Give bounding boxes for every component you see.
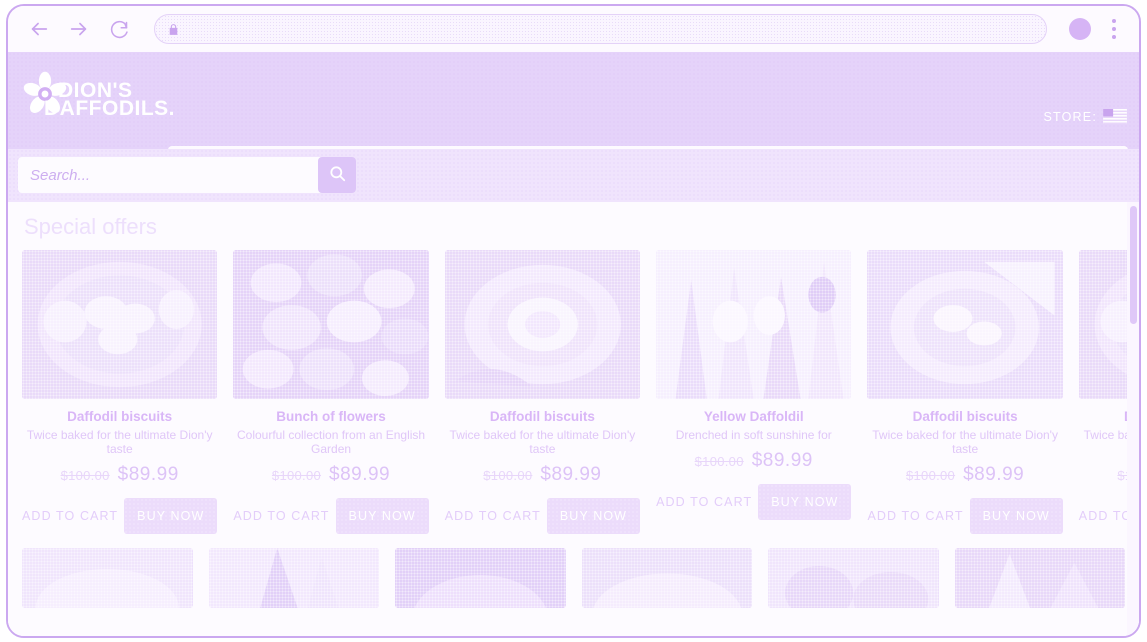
store-badge[interactable]: STORE: bbox=[1043, 109, 1127, 124]
buy-now-button[interactable]: BUY NOW bbox=[335, 498, 429, 535]
product-title: Daffodil biscuits bbox=[67, 409, 173, 424]
store-label: STORE: bbox=[1043, 109, 1097, 124]
price-original: $100.00 bbox=[694, 454, 744, 470]
add-to-cart-button[interactable]: ADD TO CART bbox=[445, 509, 541, 523]
product-title: Daffodil biscuits bbox=[489, 409, 595, 424]
product-prices: $100.00 $89.99 bbox=[22, 464, 217, 486]
product-image-plate-of-biscuits[interactable] bbox=[22, 250, 218, 399]
price-sale: $89.99 bbox=[540, 464, 602, 486]
product-prices: $100.00 $89.99 bbox=[867, 464, 1062, 486]
lock-icon bbox=[167, 23, 180, 36]
forward-icon[interactable] bbox=[62, 12, 96, 46]
product-card[interactable]: Daffodil biscuits Twice baked for the ul… bbox=[22, 250, 218, 535]
product-description: Drenched in soft sunshine for bbox=[675, 428, 832, 442]
browser-toolbar bbox=[8, 6, 1139, 52]
scrollbar-track[interactable] bbox=[1127, 202, 1139, 636]
kebab-menu-icon[interactable] bbox=[1103, 14, 1125, 44]
buy-now-button[interactable]: BUY NOW bbox=[124, 498, 218, 535]
search-container bbox=[18, 157, 356, 193]
product-image-white-rose[interactable] bbox=[444, 250, 641, 399]
buy-now-button[interactable]: BUY NOW bbox=[546, 498, 641, 535]
add-to-cart-button[interactable]: ADD TO CART bbox=[867, 509, 963, 523]
buy-now-button[interactable]: BUY NOW bbox=[969, 498, 1063, 535]
price-sale: $89.99 bbox=[117, 464, 179, 486]
product-prices: $100.00 $89.99 bbox=[445, 464, 640, 486]
product-image-partial[interactable] bbox=[22, 548, 193, 609]
product-image-partial[interactable] bbox=[581, 548, 752, 609]
product-image-partial[interactable] bbox=[768, 548, 939, 609]
reload-icon[interactable] bbox=[102, 12, 136, 46]
product-prices: $100.00 $89.99 bbox=[233, 464, 428, 486]
price-sale: $89.99 bbox=[963, 464, 1025, 486]
add-to-cart-button[interactable]: ADD TO CART bbox=[22, 509, 118, 523]
product-title: Daffodil biscuits bbox=[912, 409, 1018, 424]
site-logo[interactable]: DION'S DAFFODILS. bbox=[22, 60, 182, 140]
us-flag-icon bbox=[1103, 109, 1127, 124]
page-title: Special offers bbox=[24, 214, 157, 239]
product-description: Twice baked for the ultimate Dion'y tast… bbox=[449, 428, 636, 457]
product-prices: $100.00 $89.99 bbox=[656, 450, 851, 472]
product-image-partial[interactable] bbox=[954, 548, 1125, 609]
price-sale: $89.99 bbox=[329, 464, 391, 486]
product-title: Yellow Daffoldil bbox=[703, 409, 804, 424]
product-actions: ADD TO CART BUY NOW bbox=[867, 498, 1063, 535]
product-card[interactable]: Daffodil biscuits Twice baked for the ul… bbox=[867, 250, 1063, 535]
product-actions: ADD TO CART BUY NOW bbox=[656, 484, 852, 521]
main-navigation: SEASONAL FLOWERS ANNIVERSARIES MOTHERS D… bbox=[168, 146, 1036, 149]
scrollbar-thumb[interactable] bbox=[1130, 206, 1137, 324]
buy-now-button[interactable]: BUY NOW bbox=[758, 484, 852, 521]
avatar[interactable] bbox=[1069, 18, 1091, 40]
add-to-cart-button[interactable]: ADD TO CART bbox=[233, 509, 329, 523]
product-image-biscuits-bowl[interactable] bbox=[867, 250, 1063, 399]
browser-window: DION'S DAFFODILS. STORE: Search... Speci… bbox=[6, 4, 1141, 638]
product-card[interactable]: Daffodil biscuits Twice baked for the ul… bbox=[444, 250, 641, 535]
product-description: Twice baked for the ultimate Dion'y tast… bbox=[872, 428, 1058, 457]
product-grid: Daffodil biscuits Twice baked for the ul… bbox=[22, 250, 1139, 535]
site-header: DION'S DAFFODILS. STORE: bbox=[8, 52, 1139, 149]
price-sale: $89.99 bbox=[751, 450, 813, 472]
search-band bbox=[8, 149, 1139, 202]
page-viewport: DION'S DAFFODILS. STORE: Search... Speci… bbox=[8, 52, 1139, 636]
product-grid-row-2 bbox=[22, 548, 1125, 609]
install-button[interactable]: INSTALL bbox=[1027, 146, 1128, 149]
logo-line-2: DAFFODILS. bbox=[44, 97, 175, 120]
product-actions: ADD TO CART BUY NOW bbox=[445, 498, 641, 535]
product-card[interactable]: Yellow Daffoldil Drenched in soft sunshi… bbox=[656, 250, 852, 534]
back-icon[interactable] bbox=[22, 12, 56, 46]
product-image-partial[interactable] bbox=[208, 548, 379, 609]
main-content: Special offers Daffodil biscuits Twice b… bbox=[8, 202, 1139, 636]
price-original: $100.00 bbox=[271, 468, 322, 484]
product-title: Bunch of flowers bbox=[276, 409, 386, 424]
product-image-daffodil-stems[interactable] bbox=[656, 250, 852, 399]
add-to-cart-button[interactable]: ADD TO CART bbox=[656, 495, 752, 509]
search-icon bbox=[328, 164, 347, 186]
product-image-partial[interactable] bbox=[395, 548, 566, 609]
url-bar[interactable] bbox=[154, 14, 1047, 44]
search-input[interactable] bbox=[18, 166, 318, 184]
product-actions: ADD TO CART BUY NOW bbox=[22, 498, 218, 535]
product-image-bunch-of-flowers[interactable] bbox=[233, 250, 429, 399]
price-original: $100.00 bbox=[906, 468, 956, 484]
product-description: Twice baked for the ultimate Dion'y tast… bbox=[26, 428, 213, 457]
price-original: $100.00 bbox=[60, 468, 110, 484]
product-description: Colourful collection from an English Gar… bbox=[236, 428, 426, 457]
search-button[interactable] bbox=[318, 157, 356, 193]
product-card[interactable]: Bunch of flowers Colourful collection fr… bbox=[233, 250, 429, 535]
product-actions: ADD TO CART BUY NOW bbox=[233, 498, 429, 535]
price-original: $100.00 bbox=[483, 468, 533, 484]
